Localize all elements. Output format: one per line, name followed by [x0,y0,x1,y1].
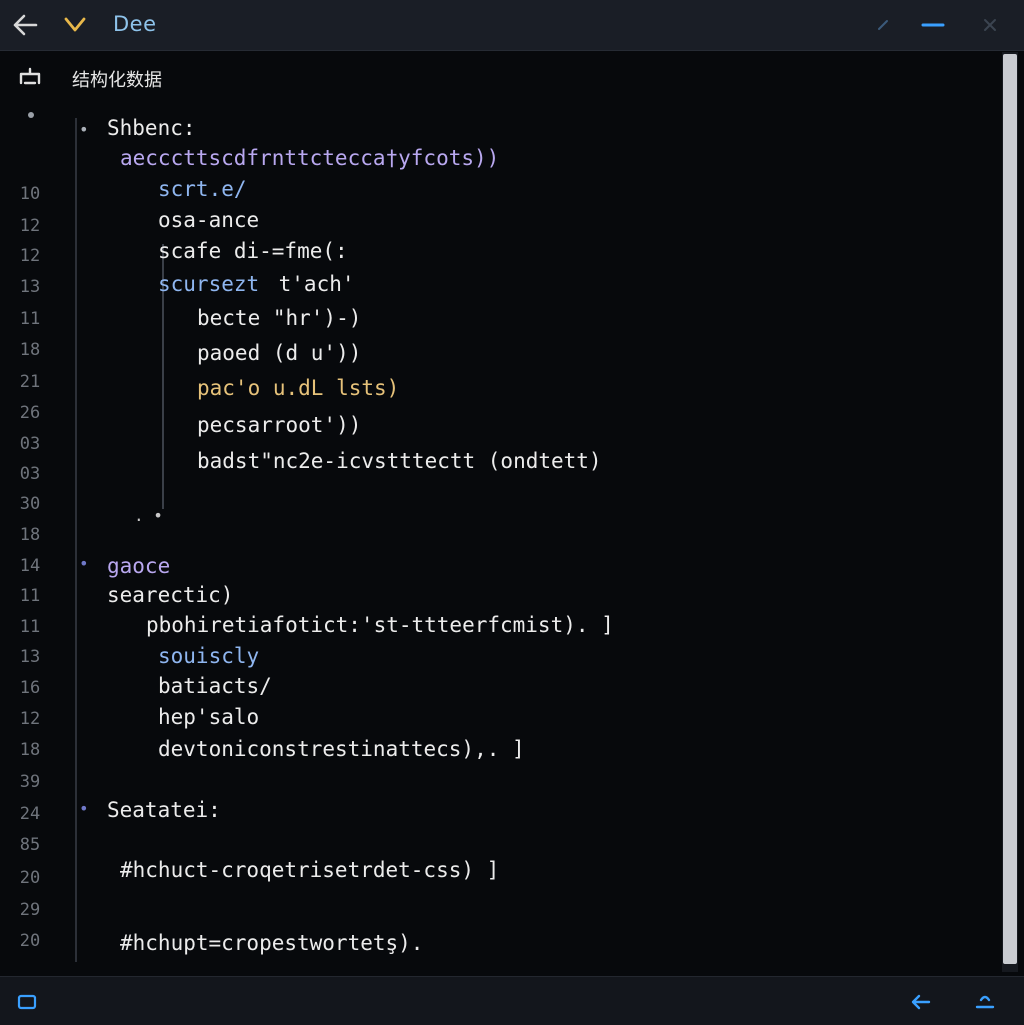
close-icon[interactable] [975,10,1005,40]
user-icon[interactable] [972,989,998,1015]
line-number: 03 [19,464,41,484]
back-arrow-icon[interactable] [908,989,934,1015]
code-line: badst"nc2e-icvstttectt (ondtett) [197,449,602,473]
structure-icon[interactable] [18,66,42,92]
code-line: scrt.e/ [158,177,247,201]
code-line: t'ach' [266,272,355,296]
line-number: 11 [19,586,41,606]
code-line: paoed (d u')) [197,341,362,365]
ellipsis-marker-icon: . • [134,506,163,525]
line-number: 12 [19,709,41,729]
code-line: gaoce [107,554,171,578]
fold-marker-icon[interactable]: • [79,799,89,818]
line-number: 24 [19,804,41,824]
code-line: aecccttscdfrnttctecca†yfcots)) [120,146,500,170]
code-line: pbohiretiafotict:'st-ttteerfcmist). ] [146,613,614,637]
line-number: 11 [19,309,41,329]
code-line: pac'o u.dL lsts) [197,376,400,400]
back-arrow-icon[interactable] [10,10,40,40]
vertical-scrollbar[interactable] [1002,52,1018,972]
line-number: 03 [19,434,41,454]
fold-marker-icon[interactable]: • [79,120,89,139]
indent-guide [75,118,77,962]
line-number: 39 [19,772,41,792]
pin-icon[interactable] [868,10,898,40]
title-bar: Dee [0,0,1024,51]
code-line: souiscly [158,644,260,668]
code-line: Seatatei: [107,798,221,822]
line-number: 21 [19,372,41,392]
line-number: 18 [19,740,41,760]
line-number: 13 [19,647,41,667]
line-number: 30 [19,494,41,514]
code-line: devtoniconstrestinattecs),. ] [158,737,525,761]
line-number: 12 [19,246,41,266]
line-number: 18 [19,340,41,360]
code-line: #hchupt=cropestwortetş). [120,931,424,955]
code-line: #hchuct-croqetrisetrdet-css) ] [120,858,500,882]
panel-icon[interactable] [14,989,40,1015]
code-editor[interactable]: 10 12 12 13 11 18 21 26 03 03 30 18 14 1… [0,104,998,974]
code-line: becte "hr')-) [197,306,362,330]
code-line: batiacts/ [158,674,272,698]
panel-title: 结构化数据 [72,70,162,91]
line-number: 18 [19,525,41,545]
line-number: 12 [19,216,41,236]
line-number: 14 [19,556,41,576]
minimize-icon[interactable] [918,10,948,40]
code-line: osa-ance [158,208,260,232]
line-number: 16 [19,678,41,698]
line-number: 20 [19,868,41,888]
line-number: 29 [19,900,41,920]
code-line: scursezt [158,272,260,296]
line-number: 10 [19,184,41,204]
panel-header: 结构化数据 [0,52,1000,104]
code-line: pecsarroot')) [197,413,362,437]
code-line: scafe di-=fme(: [158,239,348,263]
scrollbar-thumb[interactable] [1003,54,1017,964]
status-bar [0,976,1024,1025]
line-number: 11 [19,617,41,637]
collapse-marker-icon[interactable] [25,106,37,125]
chevron-down-icon[interactable] [60,10,90,40]
line-number: 13 [19,277,41,297]
code-line: hep'salo [158,705,260,729]
line-number: 85 [19,835,41,855]
line-number: 20 [19,931,41,951]
code-line: searectic) [107,583,234,607]
line-number: 26 [19,403,41,423]
window-title: Dee [113,12,157,36]
fold-marker-icon[interactable]: • [79,554,89,573]
code-line: Shbenc: [107,116,196,140]
